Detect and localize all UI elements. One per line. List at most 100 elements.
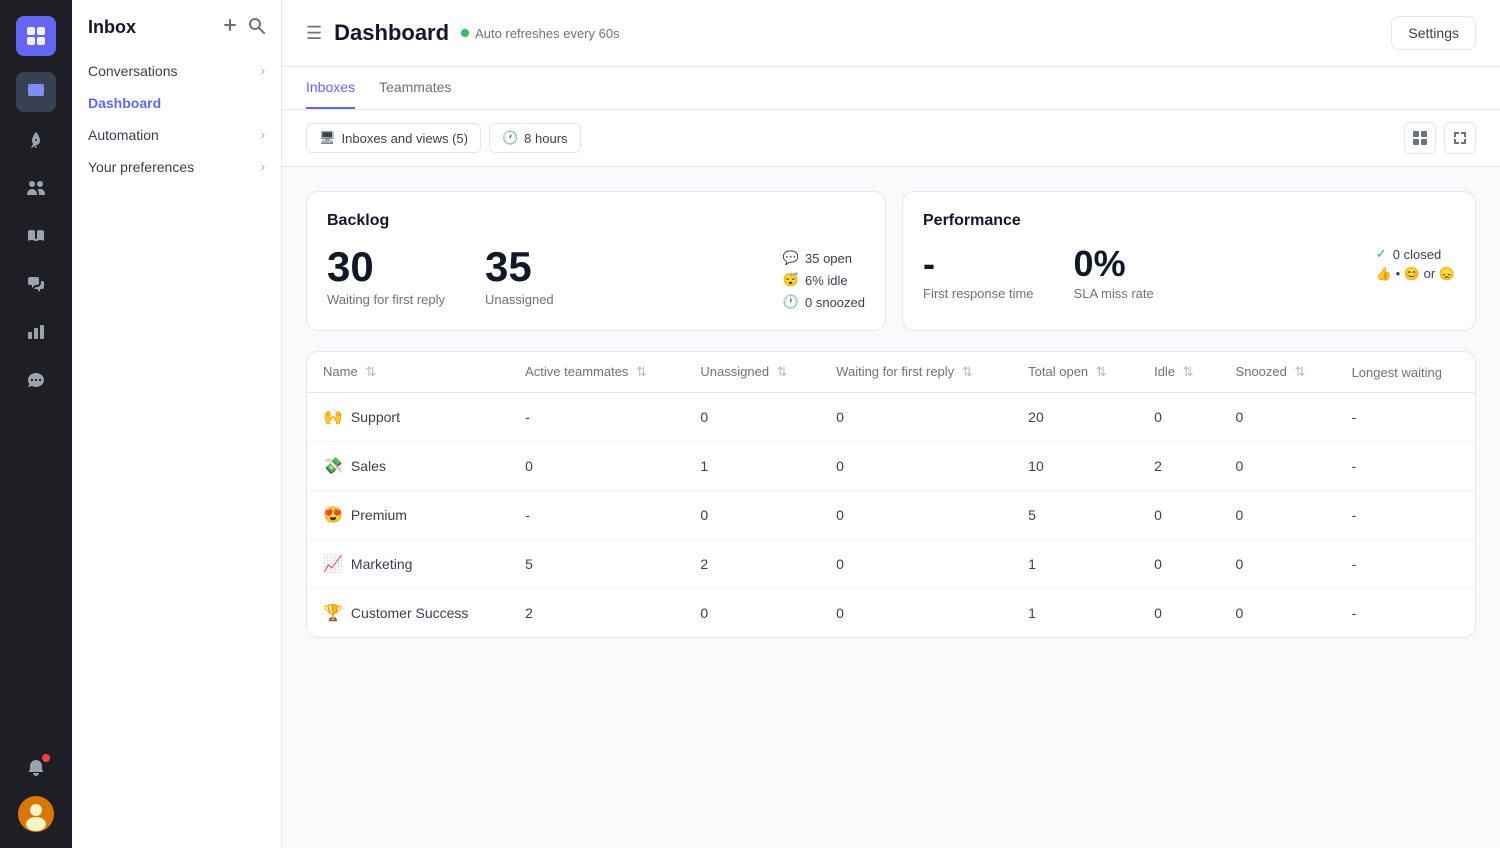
nav-item-automation[interactable]: Automation › — [72, 119, 281, 151]
sort-icon: ⇅ — [1183, 364, 1194, 379]
clock-small-icon: 🕐 — [783, 294, 799, 310]
performance-card: Performance - First response time 0% SLA… — [902, 191, 1476, 331]
table-row[interactable]: 😍 Premium - 0 0 5 0 0 - — [307, 491, 1475, 540]
nav-item-dashboard[interactable]: Dashboard — [72, 87, 281, 119]
chat-sidebar-icon[interactable] — [16, 264, 56, 304]
cell-longest: - — [1336, 491, 1475, 540]
idle-icon: 😴 — [783, 272, 799, 288]
cell-name: 💸 Sales — [307, 442, 509, 491]
col-waiting[interactable]: Waiting for first reply ⇅ — [820, 352, 1012, 393]
cell-snoozed: 0 — [1220, 393, 1336, 442]
book-sidebar-icon[interactable] — [16, 216, 56, 256]
clock-icon: 🕐 — [502, 130, 518, 146]
chevron-right-icon: › — [261, 160, 265, 174]
cell-longest: - — [1336, 393, 1475, 442]
cell-waiting: 0 — [820, 491, 1012, 540]
emoji-ratings-row: 👍 • 😊 or 😞 — [1376, 266, 1455, 282]
sort-icon: ⇅ — [636, 364, 647, 379]
idle-detail: 😴 6% idle — [783, 272, 865, 288]
snoozed-detail: 🕐 0 snoozed — [783, 294, 865, 310]
cell-snoozed: 0 — [1220, 491, 1336, 540]
main-header: ☰ Dashboard Auto refreshes every 60s Set… — [282, 0, 1500, 67]
cell-active: 2 — [509, 589, 684, 638]
col-unassigned[interactable]: Unassigned ⇅ — [684, 352, 820, 393]
chart-sidebar-icon[interactable] — [16, 312, 56, 352]
header-left: ☰ Dashboard Auto refreshes every 60s — [306, 20, 620, 46]
table-row[interactable]: 📈 Marketing 5 2 0 1 0 0 - — [307, 540, 1475, 589]
nav-item-conversations[interactable]: Conversations › — [72, 55, 281, 87]
closed-stats: ✓ 0 closed 👍 • 😊 or 😞 — [1376, 246, 1455, 282]
user-avatar[interactable] — [18, 796, 54, 832]
chevron-right-icon: › — [261, 128, 265, 142]
cell-active: 0 — [509, 442, 684, 491]
unassigned-count: 35 — [485, 246, 554, 288]
col-longest[interactable]: Longest waiting — [1336, 352, 1475, 393]
sort-icon: ⇅ — [1295, 364, 1306, 379]
col-active[interactable]: Active teammates ⇅ — [509, 352, 684, 393]
inboxes-filter-button[interactable]: 🖥 Inboxes and views (5) — [306, 123, 481, 153]
cell-name: 📈 Marketing — [307, 540, 509, 589]
table-row[interactable]: 🙌 Support - 0 0 20 0 0 - — [307, 393, 1475, 442]
inbox-sidebar-icon[interactable] — [16, 72, 56, 112]
summary-cards: Backlog 30 Waiting for first reply 35 Un… — [306, 191, 1476, 331]
cell-idle: 0 — [1138, 393, 1219, 442]
hours-filter-button[interactable]: 🕐 8 hours — [489, 123, 581, 153]
team-sidebar-icon[interactable] — [16, 168, 56, 208]
expand-view-button[interactable] — [1444, 122, 1476, 154]
filter-buttons: 🖥 Inboxes and views (5) 🕐 8 hours — [306, 123, 581, 153]
sla-value: 0% — [1074, 246, 1154, 282]
page-title: Dashboard — [334, 20, 449, 46]
search-icon[interactable] — [247, 16, 265, 39]
inbox-emoji: 🙌 — [323, 407, 343, 427]
left-nav-header: Inbox — [72, 16, 281, 55]
rocket-sidebar-icon[interactable] — [16, 120, 56, 160]
notification-bell-icon[interactable] — [16, 748, 56, 788]
cell-waiting: 0 — [820, 442, 1012, 491]
check-icon: ✓ — [1376, 246, 1387, 262]
cell-snoozed: 0 — [1220, 442, 1336, 491]
response-time-label: First response time — [923, 286, 1034, 301]
cell-waiting: 0 — [820, 393, 1012, 442]
hamburger-icon[interactable]: ☰ — [306, 23, 322, 44]
cell-longest: - — [1336, 442, 1475, 491]
cell-name: 🏆 Customer Success — [307, 589, 509, 638]
inboxes-table: Name ⇅ Active teammates ⇅ Unassigned ⇅ — [306, 351, 1476, 638]
grid-view-button[interactable] — [1404, 122, 1436, 154]
backlog-details: 💬 35 open 😴 6% idle 🕐 0 snoozed — [783, 250, 865, 310]
inbox-emoji: 😍 — [323, 505, 343, 525]
cell-idle: 0 — [1138, 540, 1219, 589]
col-name[interactable]: Name ⇅ — [307, 352, 509, 393]
table: Name ⇅ Active teammates ⇅ Unassigned ⇅ — [307, 352, 1475, 637]
cell-idle: 0 — [1138, 491, 1219, 540]
app-logo[interactable] — [16, 16, 56, 56]
cell-snoozed: 0 — [1220, 540, 1336, 589]
col-idle[interactable]: Idle ⇅ — [1138, 352, 1219, 393]
chat2-sidebar-icon[interactable] — [16, 360, 56, 400]
add-icon[interactable] — [221, 16, 239, 39]
table-row[interactable]: 🏆 Customer Success 2 0 0 1 0 0 - — [307, 589, 1475, 638]
backlog-card: Backlog 30 Waiting for first reply 35 Un… — [306, 191, 886, 331]
inbox-emoji: 💸 — [323, 456, 343, 476]
cell-total-open: 20 — [1012, 393, 1138, 442]
view-toggle-buttons — [1404, 122, 1476, 154]
cell-active: - — [509, 491, 684, 540]
nav-item-preferences[interactable]: Your preferences › — [72, 151, 281, 183]
unassigned-stat: 35 Unassigned — [485, 246, 554, 307]
sort-icon: ⇅ — [962, 364, 973, 379]
inbox-name-text: Premium — [351, 507, 407, 523]
left-nav-title: Inbox — [88, 17, 136, 38]
col-snoozed[interactable]: Snoozed ⇅ — [1220, 352, 1336, 393]
filters-bar: 🖥 Inboxes and views (5) 🕐 8 hours — [282, 110, 1500, 167]
left-nav-actions — [221, 16, 265, 39]
backlog-stats: 30 Waiting for first reply 35 Unassigned… — [327, 246, 865, 310]
tab-inboxes[interactable]: Inboxes — [306, 67, 355, 109]
tab-teammates[interactable]: Teammates — [379, 67, 451, 109]
settings-button[interactable]: Settings — [1391, 16, 1476, 50]
cell-active: 5 — [509, 540, 684, 589]
unassigned-label: Unassigned — [485, 292, 554, 307]
main-content: ☰ Dashboard Auto refreshes every 60s Set… — [282, 0, 1500, 848]
col-total-open[interactable]: Total open ⇅ — [1012, 352, 1138, 393]
left-nav: Inbox Conversations › Dashboard Automati… — [72, 0, 282, 848]
performance-stats: - First response time 0% SLA miss rate ✓… — [923, 246, 1455, 301]
table-row[interactable]: 💸 Sales 0 1 0 10 2 0 - — [307, 442, 1475, 491]
